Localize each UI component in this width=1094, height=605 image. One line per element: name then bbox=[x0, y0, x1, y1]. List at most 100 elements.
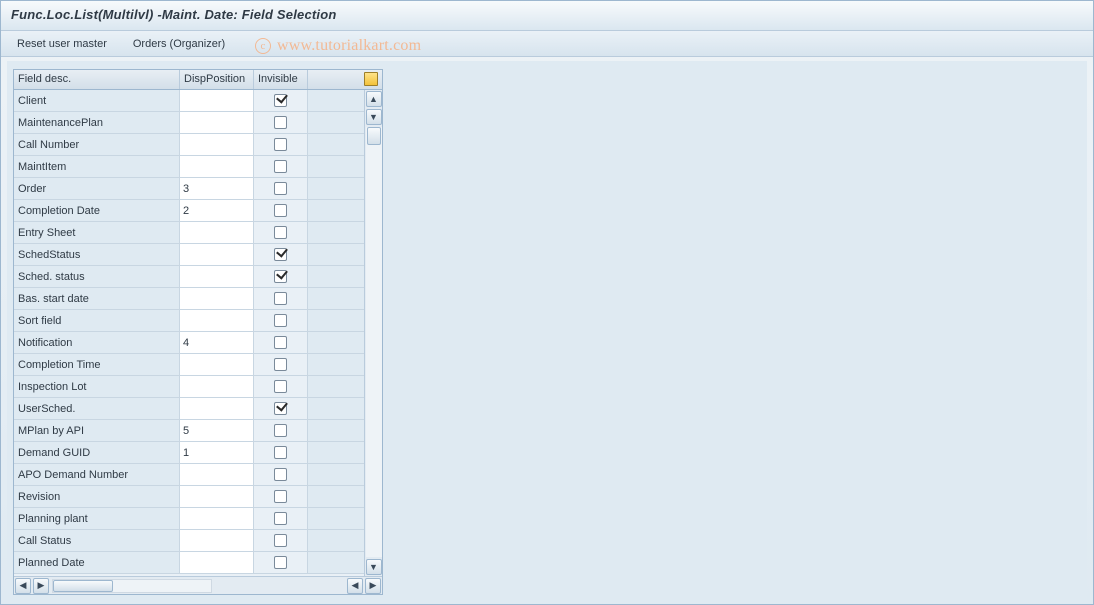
disp-position-input[interactable] bbox=[180, 310, 253, 331]
horizontal-scroll-thumb[interactable] bbox=[53, 580, 113, 592]
field-desc-cell: Planned Date bbox=[14, 552, 180, 573]
disp-position-input[interactable] bbox=[180, 464, 253, 485]
table-row[interactable]: Planning plant bbox=[14, 508, 364, 530]
disp-position-input[interactable] bbox=[180, 486, 253, 507]
invisible-cell bbox=[254, 178, 308, 199]
col-header-filler bbox=[308, 70, 382, 89]
invisible-checkbox[interactable] bbox=[274, 358, 287, 371]
table-row[interactable]: Sched. status bbox=[14, 266, 364, 288]
disp-position-input[interactable] bbox=[180, 376, 253, 397]
table-row[interactable]: Revision bbox=[14, 486, 364, 508]
disp-position-input[interactable] bbox=[180, 112, 253, 133]
invisible-checkbox[interactable] bbox=[274, 182, 287, 195]
invisible-checkbox[interactable] bbox=[274, 490, 287, 503]
invisible-checkbox[interactable] bbox=[274, 116, 287, 129]
table-row[interactable]: SchedStatus bbox=[14, 244, 364, 266]
invisible-checkbox[interactable] bbox=[274, 204, 287, 217]
disp-position-input[interactable] bbox=[180, 90, 253, 111]
disp-position-input[interactable] bbox=[180, 288, 253, 309]
scroll-right-step-button[interactable]: ▶ bbox=[33, 578, 49, 594]
disp-position-input[interactable] bbox=[180, 530, 253, 551]
scroll-left-end-button[interactable]: ◀ bbox=[347, 578, 363, 594]
scroll-up-button[interactable]: ▲ bbox=[366, 91, 382, 107]
invisible-cell bbox=[254, 530, 308, 551]
table-row[interactable]: Inspection Lot bbox=[14, 376, 364, 398]
invisible-checkbox[interactable] bbox=[274, 446, 287, 459]
disp-position-input[interactable] bbox=[180, 266, 253, 287]
disp-position-input[interactable] bbox=[180, 178, 253, 199]
disp-position-input[interactable] bbox=[180, 420, 253, 441]
table-row[interactable]: MaintenancePlan bbox=[14, 112, 364, 134]
table-row[interactable]: Call Number bbox=[14, 134, 364, 156]
disp-position-input[interactable] bbox=[180, 442, 253, 463]
disp-position-input[interactable] bbox=[180, 200, 253, 221]
row-filler bbox=[308, 332, 364, 353]
disp-position-input[interactable] bbox=[180, 222, 253, 243]
invisible-checkbox[interactable] bbox=[274, 556, 287, 569]
invisible-checkbox[interactable] bbox=[274, 94, 287, 107]
field-desc-cell: Inspection Lot bbox=[14, 376, 180, 397]
invisible-checkbox[interactable] bbox=[274, 226, 287, 239]
invisible-cell bbox=[254, 156, 308, 177]
scroll-right-end-button[interactable]: ▶ bbox=[365, 578, 381, 594]
disp-position-cell bbox=[180, 486, 254, 507]
table-settings-icon[interactable] bbox=[364, 72, 378, 86]
col-header-field-desc[interactable]: Field desc. bbox=[14, 70, 180, 89]
toolbar: Reset user master Orders (Organizer) bbox=[1, 31, 1093, 57]
disp-position-input[interactable] bbox=[180, 156, 253, 177]
scroll-bottom-button[interactable]: ▼ bbox=[366, 559, 382, 575]
disp-position-input[interactable] bbox=[180, 508, 253, 529]
invisible-cell bbox=[254, 288, 308, 309]
orders-organizer-button[interactable]: Orders (Organizer) bbox=[127, 36, 231, 52]
table-row[interactable]: MPlan by API bbox=[14, 420, 364, 442]
invisible-cell bbox=[254, 112, 308, 133]
reset-user-master-button[interactable]: Reset user master bbox=[11, 36, 113, 52]
table-row[interactable]: Bas. start date bbox=[14, 288, 364, 310]
row-filler bbox=[308, 486, 364, 507]
table-row[interactable]: Completion Time bbox=[14, 354, 364, 376]
table-row[interactable]: Sort field bbox=[14, 310, 364, 332]
invisible-checkbox[interactable] bbox=[274, 402, 287, 415]
disp-position-input[interactable] bbox=[180, 398, 253, 419]
disp-position-input[interactable] bbox=[180, 134, 253, 155]
invisible-checkbox[interactable] bbox=[274, 380, 287, 393]
horizontal-scroll-track[interactable] bbox=[52, 579, 212, 593]
invisible-checkbox[interactable] bbox=[274, 270, 287, 283]
table-row[interactable]: MaintItem bbox=[14, 156, 364, 178]
invisible-checkbox[interactable] bbox=[274, 512, 287, 525]
disp-position-cell bbox=[180, 354, 254, 375]
disp-position-input[interactable] bbox=[180, 552, 253, 573]
table-row[interactable]: Notification bbox=[14, 332, 364, 354]
col-header-disp-position[interactable]: DispPosition bbox=[180, 70, 254, 89]
scroll-left-button[interactable]: ◀ bbox=[15, 578, 31, 594]
scroll-down-button[interactable]: ▼ bbox=[366, 109, 382, 125]
invisible-checkbox[interactable] bbox=[274, 248, 287, 261]
invisible-checkbox[interactable] bbox=[274, 468, 287, 481]
vertical-scrollbar[interactable]: ▲ ▼ ▼ bbox=[364, 90, 382, 576]
invisible-checkbox[interactable] bbox=[274, 138, 287, 151]
table-row[interactable]: Client bbox=[14, 90, 364, 112]
disp-position-input[interactable] bbox=[180, 332, 253, 353]
vertical-scroll-track[interactable] bbox=[366, 127, 382, 557]
disp-position-input[interactable] bbox=[180, 244, 253, 265]
table-row[interactable]: Planned Date bbox=[14, 552, 364, 574]
col-header-invisible[interactable]: Invisible bbox=[254, 70, 308, 89]
field-desc-cell: Planning plant bbox=[14, 508, 180, 529]
field-desc-cell: Completion Time bbox=[14, 354, 180, 375]
table-row[interactable]: APO Demand Number bbox=[14, 464, 364, 486]
vertical-scroll-thumb[interactable] bbox=[367, 127, 381, 145]
invisible-checkbox[interactable] bbox=[274, 336, 287, 349]
table-row[interactable]: Entry Sheet bbox=[14, 222, 364, 244]
table-row[interactable]: Call Status bbox=[14, 530, 364, 552]
table-row[interactable]: Order bbox=[14, 178, 364, 200]
invisible-checkbox[interactable] bbox=[274, 424, 287, 437]
table-row[interactable]: UserSched. bbox=[14, 398, 364, 420]
invisible-checkbox[interactable] bbox=[274, 314, 287, 327]
invisible-checkbox[interactable] bbox=[274, 160, 287, 173]
table-row[interactable]: Completion Date bbox=[14, 200, 364, 222]
horizontal-scrollbar[interactable]: ◀ ▶ ◀ ▶ bbox=[14, 576, 382, 594]
disp-position-input[interactable] bbox=[180, 354, 253, 375]
invisible-checkbox[interactable] bbox=[274, 292, 287, 305]
table-row[interactable]: Demand GUID bbox=[14, 442, 364, 464]
invisible-checkbox[interactable] bbox=[274, 534, 287, 547]
